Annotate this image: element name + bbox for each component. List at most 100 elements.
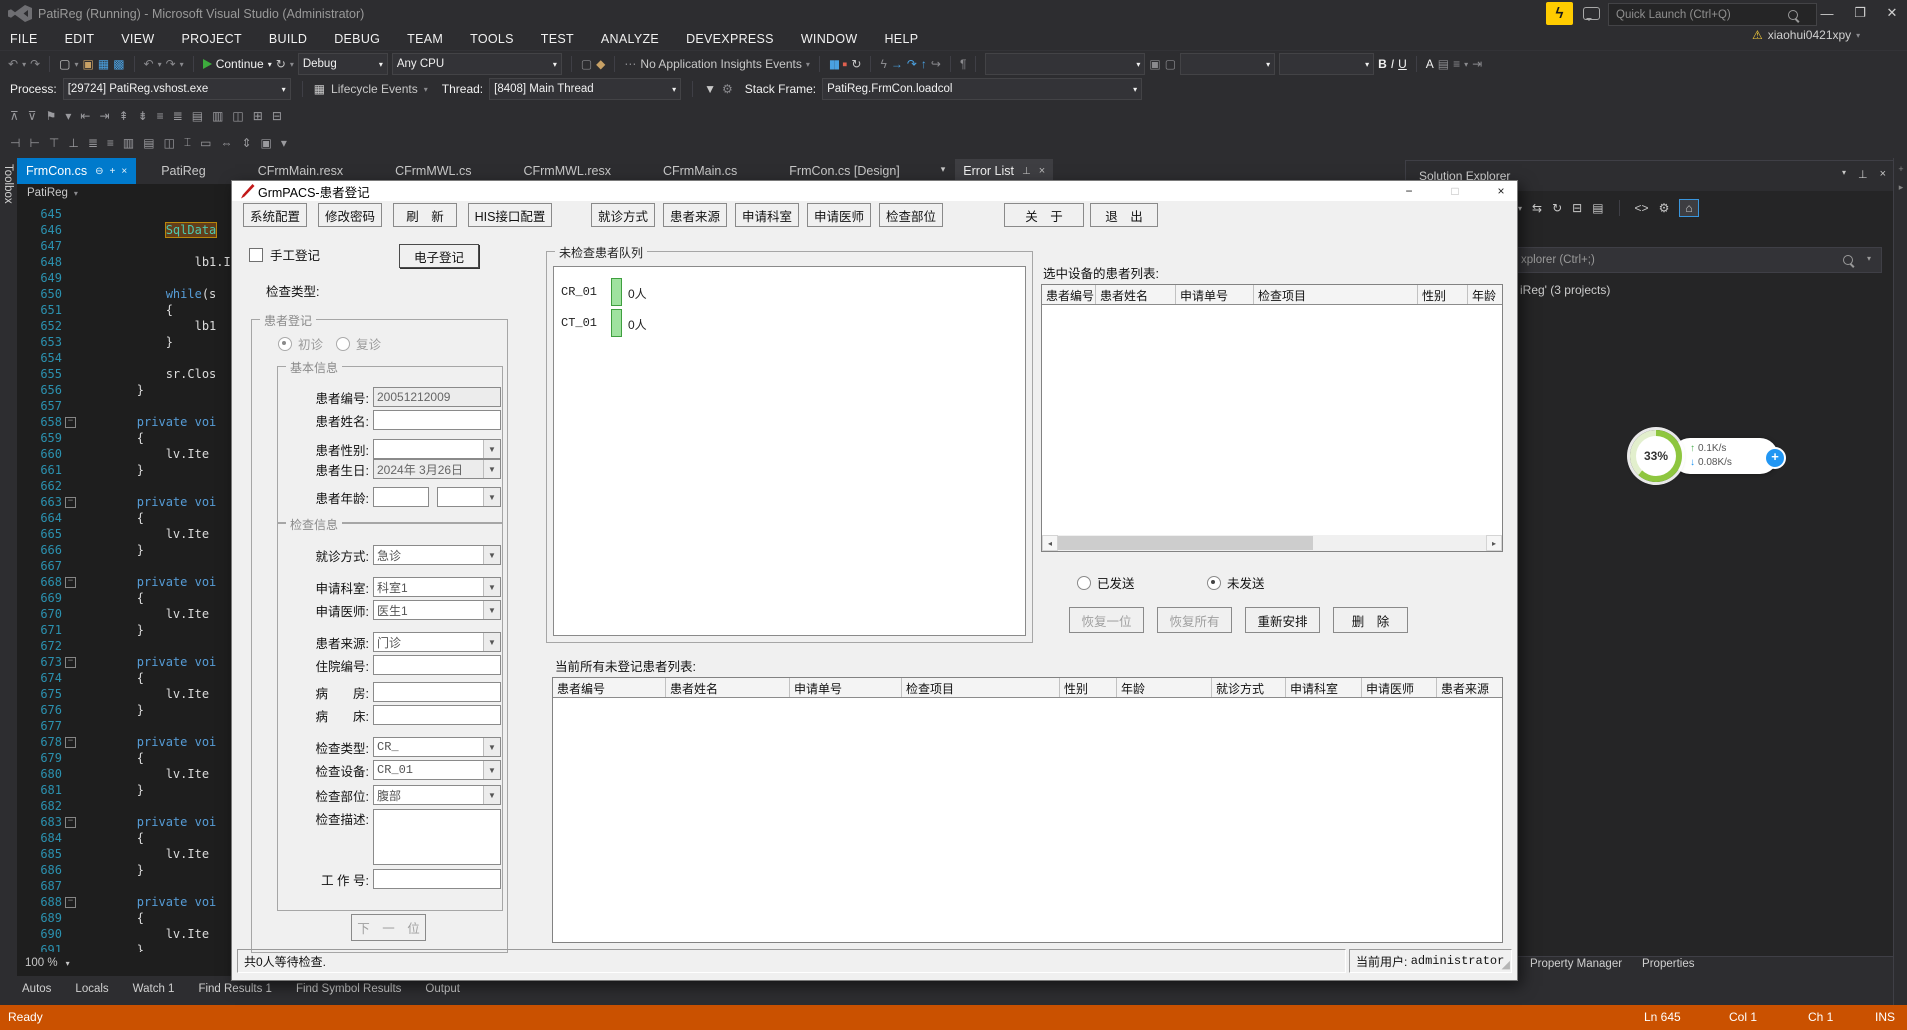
ward-input[interactable] (373, 682, 501, 702)
tab-overflow-icon[interactable]: ▾ (941, 164, 946, 175)
run-to-cursor-icon[interactable]: ↪ (931, 57, 941, 71)
step-out-icon[interactable]: ↑ (921, 57, 927, 71)
attach-icon[interactable]: ◆ (596, 57, 605, 71)
bed-input[interactable] (373, 705, 501, 725)
menu-item[interactable]: TEST (541, 32, 574, 46)
zoom-dropdown-icon[interactable]: ▾ (66, 959, 70, 968)
layout-toolbar-icon[interactable]: ⊤ (49, 136, 59, 150)
column-header[interactable]: 性别 (1418, 285, 1468, 304)
indent-icon[interactable]: ⇥ (1472, 57, 1482, 71)
editor-toolbar-icon[interactable]: ⊼ (10, 109, 19, 123)
layout-toolbar-icon[interactable]: ▾ (281, 136, 287, 150)
menu-item[interactable]: DEVEXPRESS (686, 32, 774, 46)
layout-toolbar-icon[interactable]: ⊢ (29, 136, 39, 150)
solution-tree-item[interactable]: iReg' (3 projects) (1520, 283, 1610, 297)
patient-sex-select[interactable]: ▼ (373, 439, 501, 459)
flag-threads-icon[interactable]: ⚙ (722, 82, 733, 96)
column-header[interactable]: 患者来源 (1437, 678, 1502, 697)
navigate-forward-icon[interactable]: ↷ (30, 57, 40, 71)
right-panel-tab[interactable]: Property Manager (1530, 958, 1622, 970)
menu-item[interactable]: TOOLS (470, 32, 514, 46)
layout-toolbar-icon[interactable]: ≡ (107, 136, 114, 150)
editor-toolbar-icon[interactable]: ⊟ (272, 109, 282, 123)
error-list-pin-icon[interactable]: ⊥ (1022, 166, 1031, 177)
menu-item[interactable]: ANALYZE (601, 32, 659, 46)
boost-button[interactable]: + (1764, 447, 1786, 469)
se-search-icon[interactable] (1843, 255, 1853, 268)
solution-configuration-select[interactable]: Debug ▾ (297, 53, 388, 75)
redo-dropdown-icon[interactable]: ▾ (180, 60, 184, 69)
column-header[interactable]: 年龄 (1117, 678, 1212, 697)
tool-window-tab[interactable]: Find Symbol Results (296, 983, 401, 995)
editor-toolbar-icon[interactable]: ⇥ (99, 109, 109, 123)
find-in-files-icon[interactable]: ▢ (581, 57, 592, 71)
column-header[interactable]: 患者姓名 (1096, 285, 1176, 304)
dialog-toolbar-button[interactable]: 检查部位 (879, 203, 943, 227)
exam-part-select[interactable]: 腹部 ▼ (373, 785, 501, 805)
editor-zoom-control[interactable]: 100 % ▾ (17, 952, 145, 974)
se-search-dropdown-icon[interactable]: ▾ (1867, 254, 1871, 263)
se-view-code-icon[interactable]: <> (1635, 201, 1649, 215)
italic-icon[interactable]: I (1391, 57, 1394, 71)
se-dropdown-icon[interactable]: ▾ (1518, 204, 1522, 213)
editor-toolbar-icon[interactable]: ⇟ (138, 109, 148, 123)
return-visit-radio[interactable] (336, 336, 350, 351)
document-tab[interactable]: FrmCon.cs ⊖ + × (17, 158, 137, 184)
tool-window-tab[interactable]: Output (425, 983, 460, 995)
layout-toolbar-icon[interactable]: ≣ (88, 136, 98, 150)
queue-action-button[interactable]: 删 除 (1333, 607, 1408, 633)
dialog-toolbar-button[interactable]: 患者来源 (663, 203, 727, 227)
right-panel-tab[interactable]: Properties (1642, 958, 1694, 970)
visit-type-select[interactable]: 急诊 ▼ (373, 545, 501, 565)
tab-close-icon[interactable]: × (121, 166, 127, 177)
toolbar-combo-3[interactable]: ▾ (1279, 53, 1375, 75)
tool-window-tab[interactable]: Find Results 1 (198, 983, 272, 995)
layout-toolbar-icon[interactable]: ▭ (200, 136, 211, 150)
menu-item[interactable]: HELP (884, 32, 918, 46)
breadcrumb-dropdown-icon[interactable]: ▾ (74, 189, 78, 198)
step-over-icon[interactable]: ↷ (907, 57, 917, 71)
dialog-toolbar-button[interactable]: 申请医师 (807, 203, 871, 227)
editor-toolbar-icon[interactable]: ◫ (232, 109, 243, 123)
strip-icon-1[interactable]: + (1894, 164, 1907, 174)
panel-dropdown-icon[interactable]: ▾ (1842, 168, 1846, 181)
dialog-toolbar-button[interactable]: 刷 新 (393, 203, 457, 227)
queue-action-button[interactable]: 恢复所有 (1157, 607, 1232, 633)
menu-item[interactable]: FILE (10, 32, 38, 46)
toolbox-side-tab[interactable]: Toolbox (0, 158, 18, 1005)
menu-item[interactable]: VIEW (121, 32, 154, 46)
redo-icon[interactable]: ↷ (166, 57, 176, 71)
network-speed-widget[interactable]: ↑ 0.1K/s ↓ 0.08K/s 33% + (1630, 424, 1790, 488)
tab-pin-icon[interactable]: + (110, 166, 116, 177)
editor-toolbar-icon[interactable]: ⊞ (253, 109, 263, 123)
dialog-toolbar-button[interactable]: 申请科室 (735, 203, 799, 227)
column-header[interactable]: 年龄 (1468, 285, 1502, 304)
layout-toolbar-icon[interactable]: ⇔ (220, 136, 232, 150)
patient-source-select[interactable]: 门诊 ▼ (373, 632, 501, 652)
layout-toolbar-icon[interactable]: ⇕ (241, 136, 251, 150)
editor-toolbar-icon[interactable]: ▥ (212, 109, 223, 123)
dialog-toolbar-button[interactable]: HIS接口配置 (468, 203, 552, 227)
undo-dropdown-icon[interactable]: ▾ (158, 60, 162, 69)
all-patient-table[interactable]: 患者编号 患者姓名 申请单号 检查项目 性别 年龄 就诊方式 申请科室 申请医师 患者来源 (552, 677, 1503, 943)
highlight-icon[interactable]: ▤ (1438, 57, 1449, 71)
panel-close-icon[interactable]: × (1880, 168, 1886, 181)
column-header[interactable]: 就诊方式 (1212, 678, 1286, 697)
exam-device-select[interactable]: CR_01 ▼ (373, 760, 501, 780)
dialog-toolbar-button[interactable]: 系统配置 (243, 203, 307, 227)
menu-item[interactable]: WINDOW (801, 32, 858, 46)
column-header[interactable]: 检查项目 (902, 678, 1060, 697)
continue-dropdown-icon[interactable]: ▾ (268, 60, 272, 69)
close-button[interactable]: ✕ (1877, 0, 1907, 26)
queue-listbox[interactable]: CR_01 0人 CT_01 0人 (553, 266, 1026, 636)
undo-icon[interactable]: ↶ (144, 57, 154, 71)
se-refresh-icon[interactable]: ↻ (1552, 201, 1562, 215)
toggle-icon[interactable]: ¶ (960, 57, 966, 71)
align-dropdown-icon[interactable]: ▾ (1464, 60, 1468, 69)
hot-reload-dropdown-icon[interactable]: ▾ (290, 60, 294, 69)
save-all-icon[interactable]: ▩ (113, 57, 124, 71)
menu-item[interactable]: EDIT (65, 32, 95, 46)
column-header[interactable]: 性别 (1060, 678, 1117, 697)
continue-button[interactable]: Continue (216, 57, 264, 71)
solution-platform-select[interactable]: Any CPU ▾ (391, 53, 562, 75)
